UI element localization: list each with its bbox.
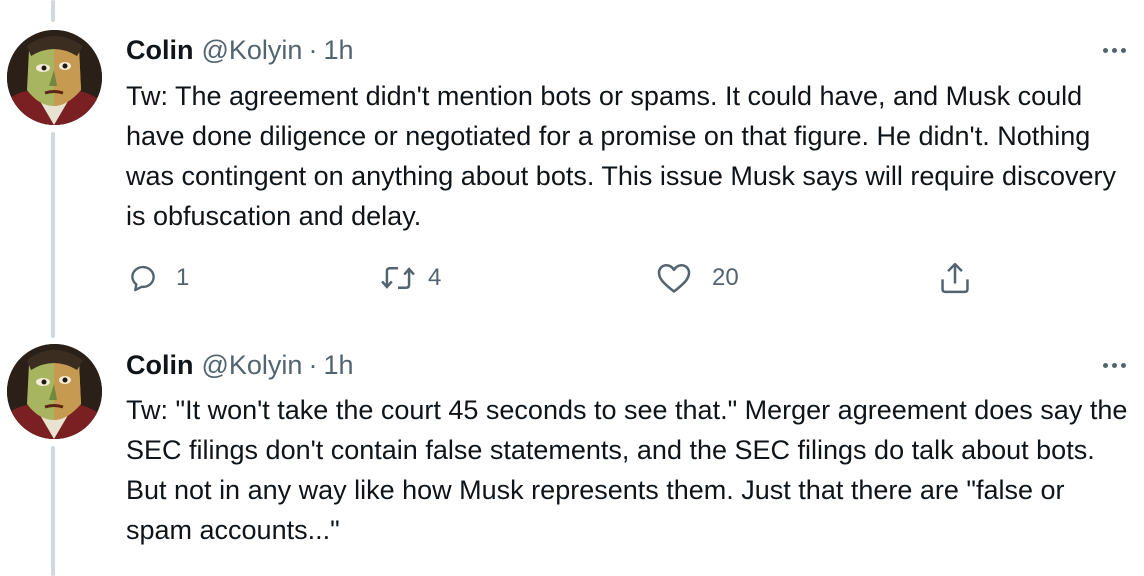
tweet-text: Tw: "It won't take the court 45 seconds … xyxy=(126,395,1128,545)
like-button[interactable]: 20 xyxy=(656,258,739,298)
author-handle[interactable]: @Kolyin xyxy=(202,350,303,381)
like-count: 20 xyxy=(712,264,739,291)
avatar[interactable] xyxy=(7,344,102,439)
avatar[interactable] xyxy=(7,30,102,125)
author-name[interactable]: Colin xyxy=(126,350,194,381)
reply-count: 1 xyxy=(176,264,190,291)
reply-icon xyxy=(131,265,155,292)
tweet-header: Colin @Kolyin · 1h xyxy=(126,33,354,67)
timestamp[interactable]: 1h xyxy=(323,35,353,66)
separator-dot: · xyxy=(308,349,318,380)
tweet-actions: 1 4 20 xyxy=(126,258,986,298)
share-icon xyxy=(941,262,969,294)
more-options-icon[interactable] xyxy=(1096,38,1132,62)
more-options-icon[interactable] xyxy=(1096,353,1132,377)
author-name[interactable]: Colin xyxy=(126,35,194,66)
retweet-button[interactable]: 4 xyxy=(380,258,441,298)
timestamp[interactable]: 1h xyxy=(323,350,353,381)
tweet[interactable]: Colin @Kolyin · 1h Tw: "It won't take th… xyxy=(0,330,1144,576)
share-button[interactable] xyxy=(938,258,972,298)
separator-dot: · xyxy=(308,34,318,65)
tweet[interactable]: Colin @Kolyin · 1h Tw: The agreement did… xyxy=(0,0,1144,330)
retweet-count: 4 xyxy=(428,264,442,291)
heart-icon xyxy=(657,263,691,293)
tweet-header: Colin @Kolyin · 1h xyxy=(126,348,354,382)
retweet-icon xyxy=(381,267,415,289)
avatar-image xyxy=(7,344,102,439)
avatar-image xyxy=(7,30,102,125)
author-handle[interactable]: @Kolyin xyxy=(202,35,303,66)
reply-button[interactable]: 1 xyxy=(126,258,189,298)
tweet-text: Tw: The agreement didn't mention bots or… xyxy=(126,81,1116,231)
